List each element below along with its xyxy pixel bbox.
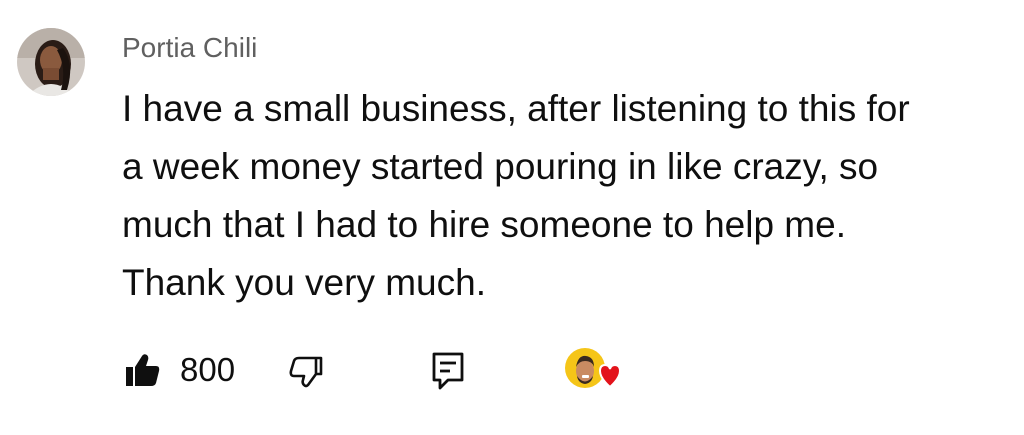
comment-text-line: I have a small business, after listening…	[122, 88, 910, 129]
thumbs-up-icon	[126, 354, 160, 386]
comment-action-bar: 800	[122, 340, 642, 400]
avatar-image	[17, 28, 85, 96]
comment-text: I have a small business, after listening…	[122, 80, 1017, 312]
like-count: 800	[180, 351, 236, 388]
like-button[interactable]	[122, 340, 162, 400]
author-avatar[interactable]	[17, 28, 85, 96]
comment-thread-item: Portia Chili I have a small business, af…	[0, 0, 1024, 435]
comment-author-name[interactable]: Portia Chili	[122, 28, 257, 68]
creator-heart-badge	[562, 345, 624, 399]
thumbs-down-icon	[289, 356, 323, 388]
comment-text-line: much that I had to hire someone to help …	[122, 204, 846, 245]
reply-button[interactable]	[428, 340, 468, 400]
creator-heart-icon	[565, 348, 622, 389]
reply-icon	[432, 352, 464, 390]
comment-text-line: Thank you very much.	[122, 262, 486, 303]
comment-text-line: a week money started pouring in like cra…	[122, 146, 879, 187]
dislike-button[interactable]	[286, 340, 326, 400]
